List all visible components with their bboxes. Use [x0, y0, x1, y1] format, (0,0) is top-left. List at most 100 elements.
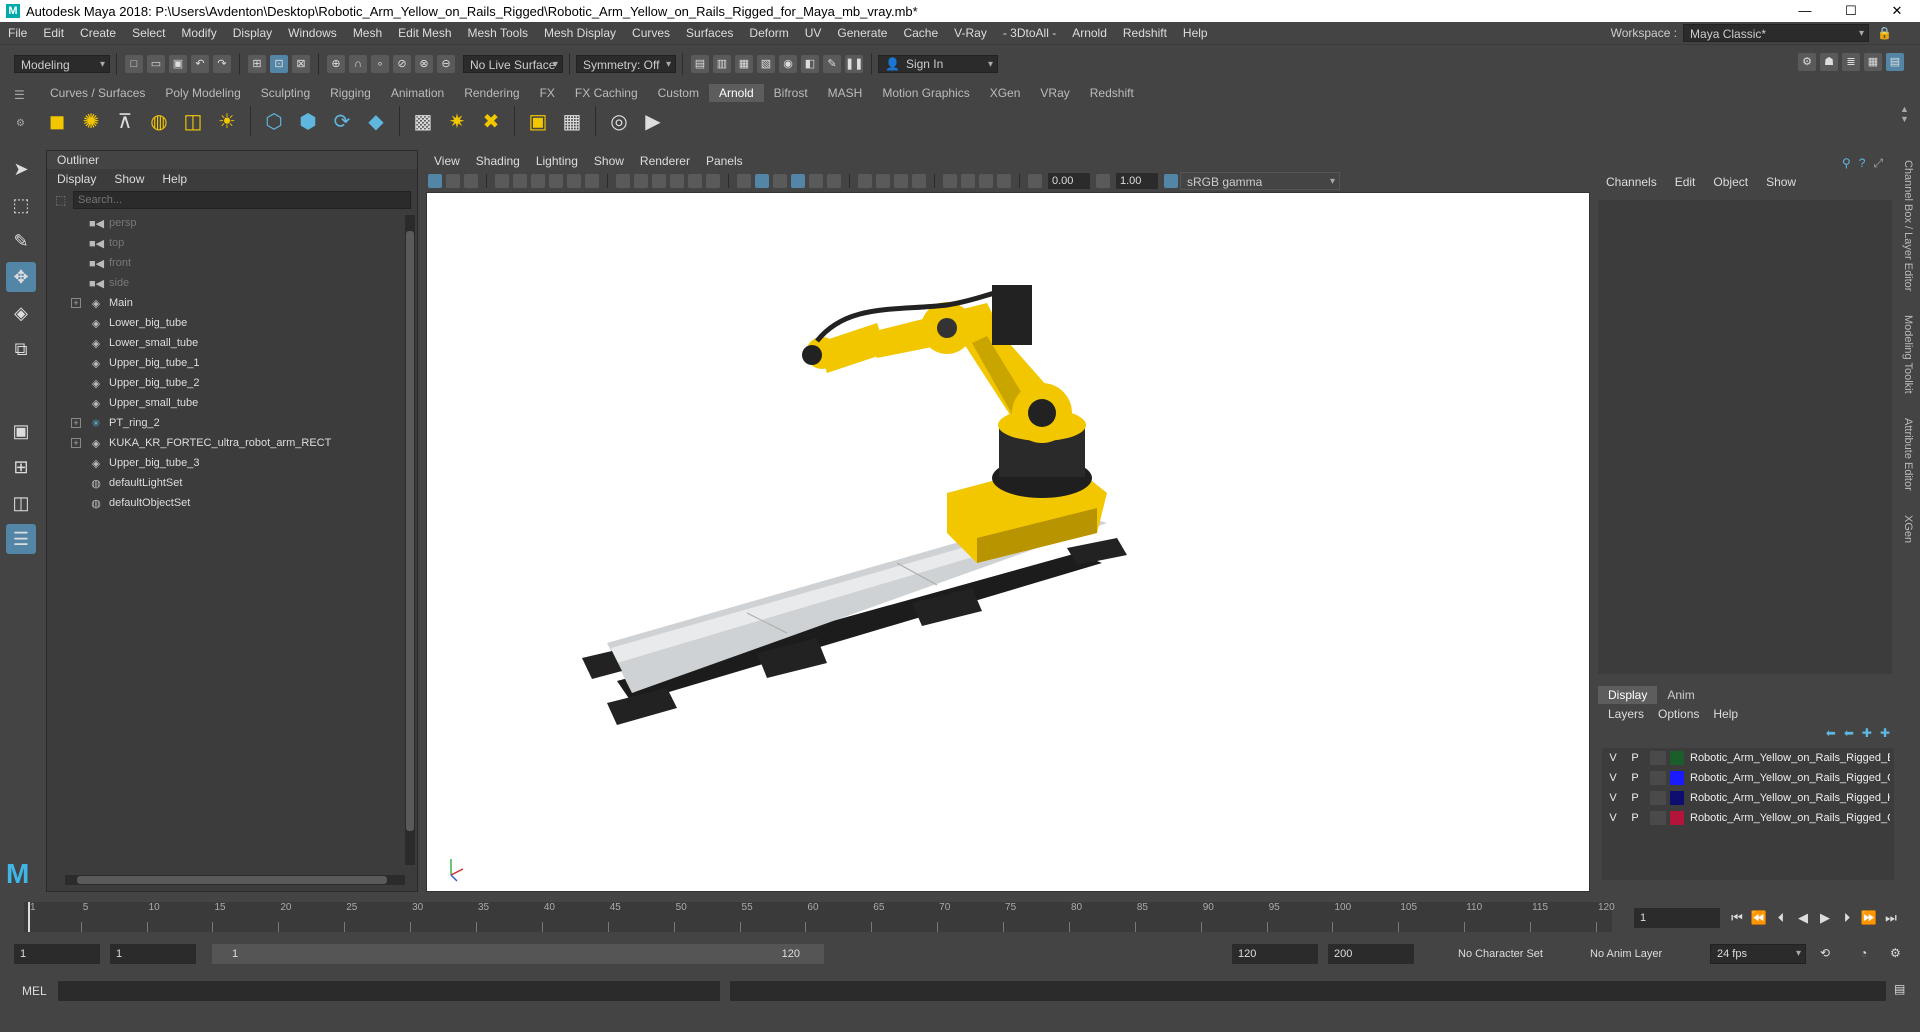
rotate-tool-icon[interactable]: ◈ — [6, 298, 36, 328]
close-button[interactable]: ✕ — [1874, 0, 1920, 22]
snap-surface-icon[interactable]: ⊗ — [415, 55, 433, 73]
light-portal-icon[interactable]: ◫ — [180, 108, 206, 134]
end-frame-field[interactable]: 200 — [1328, 944, 1414, 964]
mesh-light-icon[interactable]: ✺ — [78, 108, 104, 134]
flush-texture-icon[interactable]: ▩ — [410, 108, 436, 134]
four-pane-layout-icon[interactable]: ⊞ — [6, 452, 36, 482]
outliner-item[interactable]: ◈ Upper_big_tube_2 — [47, 373, 417, 393]
outliner-item[interactable]: + ✳ PT_ring_2 — [47, 413, 417, 433]
layer-type-toggle[interactable] — [1650, 751, 1666, 765]
pause-icon[interactable]: ❚❚ — [845, 55, 863, 73]
grease-pencil-icon[interactable] — [531, 174, 545, 188]
menu-edit-mesh[interactable]: Edit Mesh — [390, 22, 459, 44]
anim-layer-dropdown[interactable]: No Anim Layer — [1584, 944, 1684, 964]
menu-uv[interactable]: UV — [797, 22, 830, 44]
layer-row[interactable]: V P Robotic_Arm_Yellow_on_Rails_Rigged_C — [1602, 808, 1894, 828]
move-layer-up-icon[interactable]: ⬅ — [1826, 726, 1836, 740]
layer-color-swatch[interactable] — [1670, 751, 1684, 765]
layer-row[interactable]: V P Robotic_Arm_Yellow_on_Rails_Rigged_B — [1602, 748, 1894, 768]
script-editor-icon[interactable]: ▤ — [1894, 982, 1905, 996]
2d-pan-zoom-icon[interactable] — [513, 174, 527, 188]
standin-icon[interactable]: ⬡ — [261, 108, 287, 134]
layer-visibility-toggle[interactable]: V — [1602, 812, 1624, 824]
layer-type-toggle[interactable] — [1650, 771, 1666, 785]
outliner-item[interactable]: ◈ Lower_big_tube — [47, 313, 417, 333]
layer-menu-options[interactable]: Options — [1658, 707, 1699, 721]
safe-title-icon[interactable] — [706, 174, 720, 188]
layer-menu-help[interactable]: Help — [1713, 707, 1738, 721]
render-sequence-icon[interactable]: ▥ — [713, 55, 731, 73]
layer-tab-display[interactable]: Display — [1598, 686, 1658, 704]
go-to-end-icon[interactable]: ⏭ — [1880, 910, 1902, 926]
shelf-tab-fx[interactable]: FX — [530, 84, 565, 102]
fps-dropdown[interactable]: 24 fps — [1710, 944, 1806, 964]
outliner-menu-display[interactable]: Display — [57, 172, 96, 186]
shelf-tab-bifrost[interactable]: Bifrost — [764, 84, 818, 102]
menu-modify[interactable]: Modify — [173, 22, 224, 44]
outliner-item[interactable]: ◈ Upper_small_tube — [47, 393, 417, 413]
auto-key-icon[interactable]: ◔ — [1860, 946, 1867, 960]
resolution-gate-icon[interactable] — [634, 174, 648, 188]
menu-mesh-display[interactable]: Mesh Display — [536, 22, 624, 44]
shelf-scroll-icon[interactable]: ▲ ▼ — [1900, 104, 1909, 124]
play-forward-icon[interactable]: ▶ — [1814, 910, 1836, 926]
move-layer-down-icon[interactable]: ⬅ — [1844, 726, 1854, 740]
anti-aliasing-icon[interactable] — [894, 174, 908, 188]
step-forward-key-icon[interactable]: ⏩ — [1858, 910, 1880, 926]
exposure-field[interactable]: 0.00 — [1048, 173, 1090, 189]
attribute-editor-icon[interactable]: ≣ — [1842, 53, 1860, 71]
layer-color-swatch[interactable] — [1670, 771, 1684, 785]
move-tool-icon[interactable]: ✥ — [6, 262, 36, 292]
snap-view-icon[interactable]: ⊘ — [393, 55, 411, 73]
menu-select[interactable]: Select — [124, 22, 173, 44]
arnold-view-icon[interactable]: ◎ — [606, 108, 632, 134]
grid-icon[interactable] — [616, 174, 630, 188]
viewport-menu-shading[interactable]: Shading — [476, 154, 520, 168]
mel-label[interactable]: MEL — [22, 984, 47, 998]
minimize-button[interactable]: — — [1782, 0, 1828, 22]
channel-box-pin-icon[interactable]: ⚲ — [1842, 156, 1851, 171]
modeling-toolkit-icon[interactable]: ⚙ — [1798, 53, 1816, 71]
curve-collector-icon[interactable]: ⟳ — [329, 108, 355, 134]
character-set-dropdown[interactable]: No Character Set — [1452, 944, 1564, 964]
channel-box-menu-channels[interactable]: Channels — [1606, 175, 1657, 189]
outliner-item[interactable]: ■◀ side — [47, 273, 417, 293]
menu-mesh-tools[interactable]: Mesh Tools — [460, 22, 536, 44]
step-back-frame-icon[interactable]: ⏴ — [1770, 910, 1792, 926]
loop-icon[interactable]: ⟲ — [1820, 946, 1830, 960]
shelf-tab-curves-surfaces[interactable]: Curves / Surfaces — [40, 84, 155, 102]
select-component-icon[interactable]: ⊠ — [292, 55, 310, 73]
two-pane-layout-icon[interactable]: ◫ — [6, 488, 36, 518]
wireframe-icon[interactable] — [737, 174, 751, 188]
layer-playback-toggle[interactable]: P — [1624, 792, 1646, 804]
menu-edit[interactable]: Edit — [35, 22, 72, 44]
shelf-tab-animation[interactable]: Animation — [381, 84, 454, 102]
range-bar[interactable]: 1 120 — [212, 944, 824, 964]
gamma-icon[interactable] — [1096, 174, 1110, 188]
shelf-tab-xgen[interactable]: XGen — [980, 84, 1031, 102]
gamma-field[interactable]: 1.00 — [1116, 173, 1158, 189]
xray-joints-icon[interactable] — [979, 174, 993, 188]
current-time-marker[interactable] — [28, 902, 30, 932]
outliner-item[interactable]: + ◈ Main — [47, 293, 417, 313]
arnold-ipr-icon[interactable]: ▶ — [640, 108, 666, 134]
scale-tool-icon[interactable]: ⧉ — [6, 334, 36, 364]
layer-visibility-toggle[interactable]: V — [1602, 772, 1624, 784]
volume-icon[interactable]: ◆ — [363, 108, 389, 134]
menu-windows[interactable]: Windows — [280, 22, 345, 44]
menu-mesh[interactable]: Mesh — [345, 22, 390, 44]
step-back-key-icon[interactable]: ⏪ — [1748, 910, 1770, 926]
shelf-tab-poly-modeling[interactable]: Poly Modeling — [155, 84, 250, 102]
bookmark-icon[interactable] — [549, 174, 563, 188]
film-gate-icon[interactable] — [585, 174, 599, 188]
xray-components-icon[interactable] — [997, 174, 1011, 188]
expand-icon[interactable]: + — [71, 298, 81, 308]
menu-display[interactable]: Display — [225, 22, 280, 44]
outliner-item[interactable]: + ◈ KUKA_KR_FORTEC_ultra_robot_arm_RECT — [47, 433, 417, 453]
tool-settings-icon[interactable]: ▦ — [1864, 53, 1882, 71]
outliner-item[interactable]: ◍ defaultObjectSet — [47, 493, 417, 513]
viewport-menu-panels[interactable]: Panels — [706, 154, 743, 168]
shelf-tab-custom[interactable]: Custom — [648, 84, 709, 102]
side-tab-modeling-toolkit[interactable]: Modeling Toolkit — [1902, 315, 1914, 394]
menu-deform[interactable]: Deform — [741, 22, 796, 44]
